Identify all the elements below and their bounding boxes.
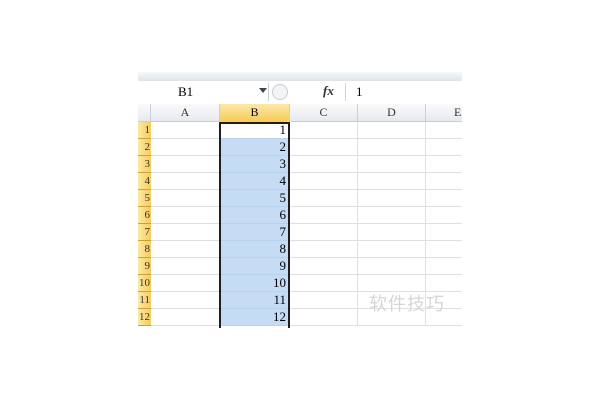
cell-a7[interactable] — [151, 224, 220, 241]
cell-b10[interactable]: 10 — [220, 275, 289, 292]
formula-bar: B1 fx 1 — [138, 81, 462, 105]
cell-e8[interactable] — [426, 241, 462, 258]
row-header[interactable]: 9 — [138, 258, 151, 275]
name-box[interactable]: B1 — [138, 83, 268, 101]
cell-a4[interactable] — [151, 173, 220, 190]
cell-a8[interactable] — [151, 241, 220, 258]
cell-e5[interactable] — [426, 190, 462, 207]
divider — [268, 83, 269, 101]
cell-c5[interactable] — [290, 190, 358, 207]
cell-a10[interactable] — [151, 275, 220, 292]
cell-b7[interactable]: 7 — [220, 224, 289, 241]
cell-a12[interactable] — [151, 309, 220, 326]
chevron-down-icon[interactable] — [259, 88, 267, 93]
cell-e3[interactable] — [426, 156, 462, 173]
row-header[interactable]: 3 — [138, 156, 151, 173]
cell-e2[interactable] — [426, 139, 462, 156]
cell-b11[interactable]: 11 — [220, 292, 289, 309]
resize-handle-icon[interactable] — [272, 84, 288, 100]
row-header[interactable]: 2 — [138, 139, 151, 156]
cell-a5[interactable] — [151, 190, 220, 207]
column-header-d[interactable]: D — [358, 104, 426, 122]
cell-d4[interactable] — [358, 173, 426, 190]
column-header-b[interactable]: B — [220, 104, 290, 122]
formula-input[interactable]: 1 — [356, 84, 363, 100]
row-header[interactable]: 6 — [138, 207, 151, 224]
cell-a9[interactable] — [151, 258, 220, 275]
row-header[interactable]: 8 — [138, 241, 151, 258]
row-header[interactable]: 5 — [138, 190, 151, 207]
cell-b12[interactable]: 12 — [220, 309, 289, 326]
row-header[interactable]: 12 — [138, 309, 151, 326]
cell-c9[interactable] — [290, 258, 358, 275]
row-header[interactable]: 10 — [138, 275, 151, 292]
cell-b2[interactable]: 2 — [220, 139, 289, 156]
cell-e4[interactable] — [426, 173, 462, 190]
column-header-c[interactable]: C — [290, 104, 358, 122]
row-header[interactable]: 4 — [138, 173, 151, 190]
select-all-corner[interactable] — [138, 104, 151, 122]
watermark-text: 软件技巧 — [369, 294, 445, 315]
cell-b3[interactable]: 3 — [220, 156, 289, 173]
cell-b8[interactable]: 8 — [220, 241, 289, 258]
cell-d7[interactable] — [358, 224, 426, 241]
cell-c11[interactable] — [290, 292, 358, 309]
cell-d2[interactable] — [358, 139, 426, 156]
cell-c4[interactable] — [290, 173, 358, 190]
cell-e7[interactable] — [426, 224, 462, 241]
cell-c8[interactable] — [290, 241, 358, 258]
row-header[interactable]: 7 — [138, 224, 151, 241]
cell-d5[interactable] — [358, 190, 426, 207]
cell-a2[interactable] — [151, 139, 220, 156]
cell-d8[interactable] — [358, 241, 426, 258]
cell-c6[interactable] — [290, 207, 358, 224]
cell-d6[interactable] — [358, 207, 426, 224]
cell-d9[interactable] — [358, 258, 426, 275]
cell-a3[interactable] — [151, 156, 220, 173]
divider — [345, 83, 346, 101]
column-header-e[interactable]: E — [426, 104, 462, 122]
cell-b5[interactable]: 5 — [220, 190, 289, 207]
cell-c12[interactable] — [290, 309, 358, 326]
cell-c2[interactable] — [290, 139, 358, 156]
insert-function-icon[interactable]: fx — [323, 83, 334, 99]
column-header-a[interactable]: A — [151, 104, 220, 122]
cell-d1[interactable] — [358, 122, 426, 139]
name-box-value: B1 — [178, 84, 194, 99]
cell-b9[interactable]: 9 — [220, 258, 289, 275]
cell-c3[interactable] — [290, 156, 358, 173]
cell-a6[interactable] — [151, 207, 220, 224]
cell-c7[interactable] — [290, 224, 358, 241]
cell-e9[interactable] — [426, 258, 462, 275]
cell-b1[interactable]: 1 — [220, 122, 289, 139]
cell-a11[interactable] — [151, 292, 220, 309]
cell-c1[interactable] — [290, 122, 358, 139]
cell-d3[interactable] — [358, 156, 426, 173]
cell-e6[interactable] — [426, 207, 462, 224]
cell-b6[interactable]: 6 — [220, 207, 289, 224]
cell-c10[interactable] — [290, 275, 358, 292]
cell-a1[interactable] — [151, 122, 220, 139]
cell-b4[interactable]: 4 — [220, 173, 289, 190]
row-header[interactable]: 1 — [138, 122, 151, 139]
row-header[interactable]: 11 — [138, 292, 151, 309]
cell-e1[interactable] — [426, 122, 462, 139]
